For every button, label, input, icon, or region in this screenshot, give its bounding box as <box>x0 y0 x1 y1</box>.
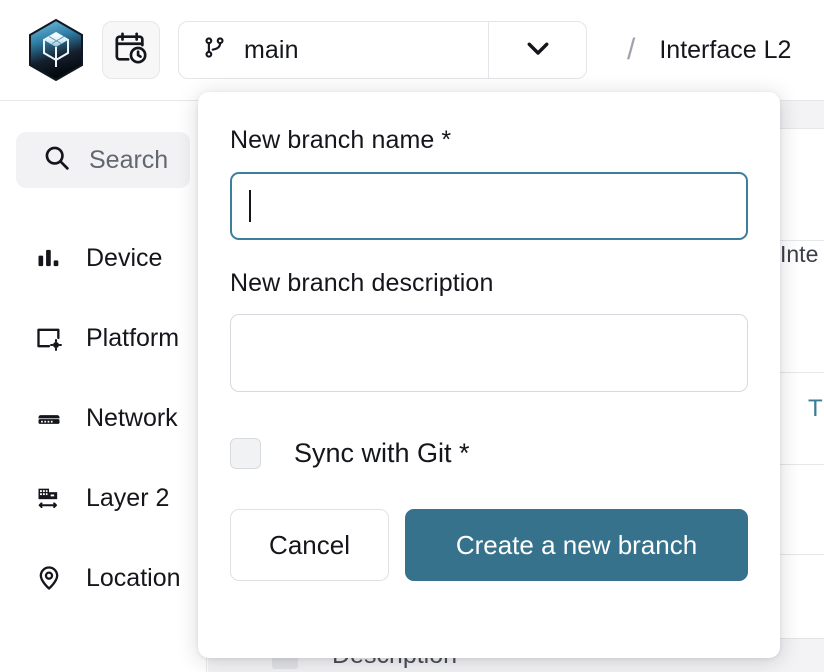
search-icon <box>42 143 71 177</box>
branch-name-label: main <box>244 35 299 64</box>
content-cell-value: Inte <box>780 241 819 267</box>
git-branch-icon <box>201 34 228 66</box>
dialog-actions: Cancel Create a new branch <box>230 509 748 581</box>
sidebar-item-label: Layer 2 <box>86 483 170 512</box>
create-branch-dialog: New branch name * New branch description… <box>198 92 780 658</box>
new-branch-name-label: New branch name * <box>230 126 452 154</box>
cancel-button[interactable]: Cancel <box>230 509 390 581</box>
layer2-switch-icon <box>34 483 64 513</box>
new-branch-name-input[interactable] <box>230 172 748 240</box>
history-button[interactable] <box>102 21 160 79</box>
server-switch-icon <box>34 403 64 433</box>
app-logo-hexagon-cube-icon[interactable] <box>28 18 84 82</box>
sidebar-item-label: Platform <box>86 323 180 352</box>
search-input[interactable]: Search <box>16 132 190 188</box>
sidebar-item-label: Network <box>86 403 178 432</box>
content-link[interactable]: T <box>808 395 823 423</box>
text-cursor <box>249 190 251 222</box>
sidebar-item-location[interactable]: Location <box>0 538 206 618</box>
sidebar: Search Device Platform Network Layer 2 L… <box>0 101 207 672</box>
sidebar-item-layer-2[interactable]: Layer 2 <box>0 458 206 538</box>
new-branch-description-input[interactable] <box>230 314 748 392</box>
sidebar-item-label: Location <box>86 563 181 592</box>
window-gear-icon <box>34 323 64 353</box>
branch-selector-current[interactable]: main <box>179 22 489 78</box>
app-root: main / Interface L2 Search Device Platfo… <box>0 0 824 672</box>
sidebar-item-network[interactable]: Network <box>0 378 206 458</box>
bar-chart-icon <box>34 243 64 273</box>
top-bar: main / Interface L2 <box>0 0 824 101</box>
breadcrumb-separator: / <box>627 33 636 66</box>
sidebar-nav: Device Platform Network Layer 2 Location <box>0 218 206 618</box>
create-branch-button[interactable]: Create a new branch <box>405 509 748 581</box>
sidebar-item-device[interactable]: Device <box>0 218 206 298</box>
sync-with-git-row[interactable]: Sync with Git * <box>230 438 748 469</box>
branch-selector[interactable]: main <box>178 21 587 79</box>
search-placeholder: Search <box>89 145 169 174</box>
sync-with-git-label: Sync with Git * <box>294 438 470 468</box>
breadcrumb-title: Interface L2 <box>659 35 792 64</box>
branch-dropdown-toggle[interactable] <box>489 22 586 78</box>
map-pin-icon <box>34 563 64 593</box>
sidebar-item-platform[interactable]: Platform <box>0 298 206 378</box>
calendar-clock-icon <box>114 31 148 70</box>
sidebar-item-label: Device <box>86 243 163 272</box>
sync-with-git-checkbox[interactable] <box>230 438 261 469</box>
chevron-down-icon <box>523 33 553 68</box>
new-branch-description-label: New branch description <box>230 269 494 297</box>
